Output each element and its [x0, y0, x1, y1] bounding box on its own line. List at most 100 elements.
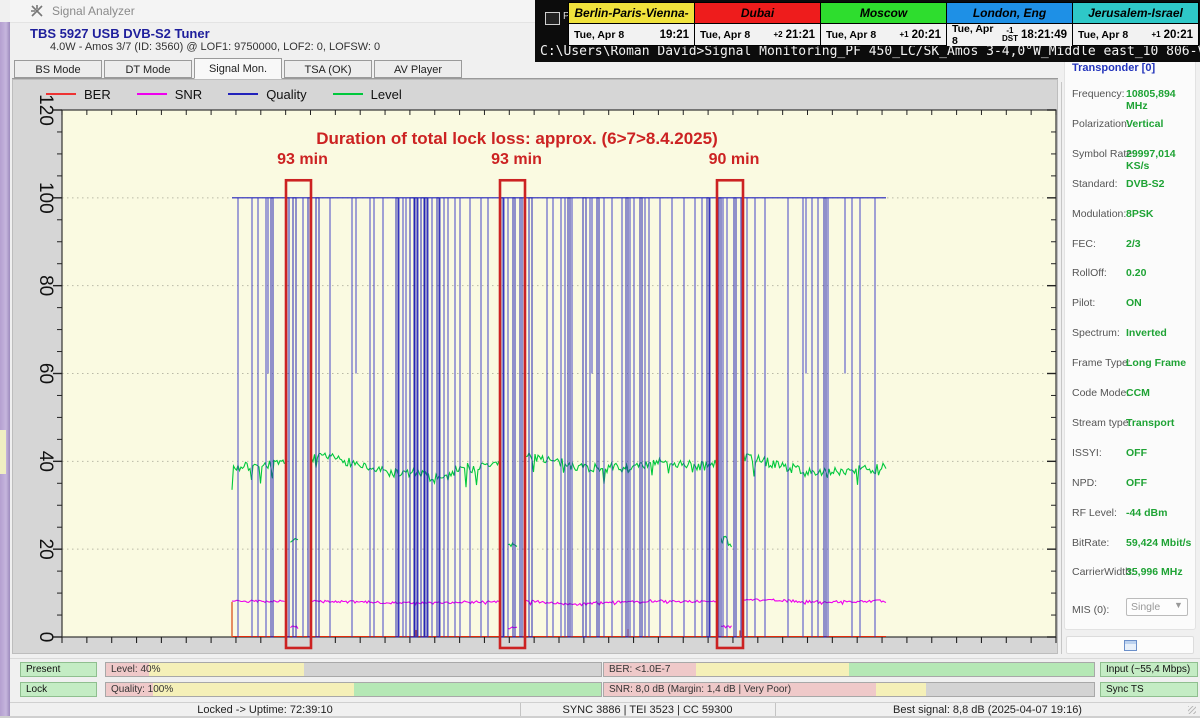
gauge-text: BER: <1.0E-7: [609, 664, 670, 675]
svg-text:40: 40: [35, 451, 56, 472]
tab-dt-mode[interactable]: DT Mode: [104, 60, 192, 78]
signal-monitoring-chart: 0 20 40 60 80 100 120 93 min 93 min 90 min Duratio…: [12, 82, 1058, 654]
param-label-stream-type-: Stream type:: [1072, 417, 1132, 429]
param-label-carrierwidth-: CarrierWidth:: [1072, 566, 1134, 578]
svg-text:Duration of total lock loss: a: Duration of total lock loss: approx. (6>…: [316, 129, 718, 148]
svg-text:20: 20: [35, 539, 56, 560]
svg-text:60: 60: [35, 363, 56, 384]
param-value: 2/3: [1126, 238, 1141, 250]
param-value: Long Frame: [1126, 357, 1186, 369]
clock-city: Moscow: [821, 3, 946, 24]
clock-date: Tue, Apr 8: [952, 23, 1002, 47]
gauge-segment: [696, 663, 849, 676]
clock-time-row: Tue, Apr 8-1DST18:21:49: [947, 24, 1072, 46]
param-value: OFF: [1126, 477, 1147, 489]
svg-text:120: 120: [35, 94, 56, 126]
mis-label: MIS (0):: [1072, 604, 1109, 616]
param-value: -44 dBm: [1126, 507, 1167, 519]
param-label-bitrate-: BitRate:: [1072, 537, 1109, 549]
tuner-name: TBS 5927 USB DVB-S2 Tuner: [30, 26, 210, 41]
resize-grip[interactable]: [1188, 706, 1196, 714]
gauge-text: SNR: 8,0 dB (Margin: 1,4 dB | Very Poor): [609, 684, 791, 695]
param-value: 59,424 Mbit/s: [1126, 537, 1191, 549]
clock-time: 20:21: [1164, 29, 1193, 41]
tab-av-player[interactable]: AV Player: [374, 60, 462, 78]
status-pill-present: Present: [20, 662, 97, 677]
param-label-npd-: NPD:: [1072, 477, 1097, 489]
clock-date: Tue, Apr 8: [700, 29, 773, 41]
clock-utc-offset: +2: [773, 31, 782, 39]
clock-dubai: DubaiTue, Apr 8+221:21: [695, 3, 821, 45]
tab-bs-mode[interactable]: BS Mode: [14, 60, 102, 78]
sidebar-tool-button[interactable]: [1066, 636, 1194, 654]
param-value: Inverted: [1126, 327, 1167, 339]
param-value: Transport: [1126, 417, 1174, 429]
clock-moscow: MoscowTue, Apr 8+120:21: [821, 3, 947, 45]
statusbar-segment-2: Best signal: 8,8 dB (2025-04-07 19:16): [775, 704, 1200, 716]
param-label-code-mode-: Code Mode:: [1072, 387, 1129, 399]
window-icon: [1124, 640, 1137, 651]
command-prompt-text: C:\Users\Roman Dávid>Signal Monitoring_P…: [540, 44, 1200, 59]
param-label-fec-: FEC:: [1072, 238, 1096, 250]
clock-time: 21:21: [786, 29, 815, 41]
param-label-modulation-: Modulation:: [1072, 208, 1126, 220]
status-pill-input: Input (~55,4 Mbps): [1100, 662, 1198, 677]
statusbar-segment-1: SYNC 3886 | TEI 3523 | CC 59300: [520, 704, 775, 716]
svg-text:100: 100: [35, 182, 56, 214]
clock-london-eng: London, EngTue, Apr 8-1DST18:21:49: [947, 3, 1073, 45]
param-label-pilot-: Pilot:: [1072, 297, 1095, 309]
statusbar-segment-0: Locked -> Uptime: 72:39:10: [10, 704, 520, 716]
background-window-edge: [0, 22, 10, 716]
param-label-spectrum-: Spectrum:: [1072, 327, 1120, 339]
svg-text:90 min: 90 min: [709, 151, 760, 168]
clock-jerusalem-israel: Jerusalem-Israel Tue, Apr 8+1 20:21: [1073, 3, 1198, 45]
gauge-text: Level: 40%: [111, 664, 160, 675]
gauge-text: Quality: 100%: [111, 684, 173, 695]
svg-text:80: 80: [35, 275, 56, 296]
clock-time-row: Tue, Apr 8+2 21:21: [695, 24, 820, 45]
tuner-details: 4.0W - Amos 3/7 (ID: 3560) @ LOF1: 97500…: [50, 41, 380, 53]
world-clock-bar: Berlin-Paris-Vienna-RomaTue, Apr 819:21D…: [568, 2, 1199, 46]
svg-text:0: 0: [35, 632, 56, 643]
tab-tsa-ok-[interactable]: TSA (OK): [284, 60, 372, 78]
gauge-segment: [849, 663, 1094, 676]
clock-date: Tue, Apr 8: [574, 29, 660, 41]
param-label-rf-level-: RF Level:: [1072, 507, 1117, 519]
window-title: Signal Analyzer: [52, 4, 135, 18]
status-pill-sync-ts: Sync TS: [1100, 682, 1198, 697]
param-value: 10805,894 MHz: [1126, 88, 1200, 112]
clock-time-row: Tue, Apr 8+1 20:21: [1073, 24, 1198, 45]
param-value: CCM: [1126, 387, 1150, 399]
terminal-icon: [545, 12, 560, 25]
svg-text:93 min: 93 min: [277, 151, 328, 168]
param-label-rolloff-: RollOff:: [1072, 267, 1107, 279]
gauge-snr: SNR: 8,0 dB (Margin: 1,4 dB | Very Poor): [603, 682, 1095, 697]
app-icon: [30, 4, 44, 18]
status-pill-lock: Lock: [20, 682, 97, 697]
chevron-down-icon[interactable]: ▼: [1174, 600, 1183, 610]
param-value: Vertical: [1126, 118, 1163, 130]
clock-utc-offset: +1: [1151, 31, 1160, 39]
clock-time: 20:21: [912, 29, 941, 41]
param-label-frequency-: Frequency:: [1072, 88, 1125, 100]
clock-city: Jerusalem-Israel: [1073, 3, 1198, 24]
param-value: 29997,014 KS/s: [1126, 148, 1200, 172]
clock-city: Berlin-Paris-Vienna-Roma: [569, 3, 694, 24]
gauge-segment: [876, 683, 926, 696]
param-label-issyi-: ISSYI:: [1072, 447, 1102, 459]
clock-date: Tue, Apr 8: [1078, 29, 1151, 41]
clock-time-row: Tue, Apr 8+120:21: [821, 24, 946, 45]
svg-text:93 min: 93 min: [491, 151, 542, 168]
clock-time-row: Tue, Apr 819:21: [569, 24, 694, 45]
clock-date: Tue, Apr 8: [826, 29, 899, 41]
tab-signal-mon-[interactable]: Signal Mon.: [194, 58, 282, 79]
gauge-segment: [149, 663, 304, 676]
clock-time: 19:21: [660, 29, 689, 41]
gauge-segment: [153, 683, 354, 696]
clock-time: 18:21:49: [1021, 29, 1067, 41]
param-value: OFF: [1126, 447, 1147, 459]
param-label-frame-type-: Frame Type:: [1072, 357, 1131, 369]
param-value: DVB-S2: [1126, 178, 1165, 190]
gauge-ber: BER: <1.0E-7: [603, 662, 1095, 677]
clock-city: London, Eng: [947, 3, 1072, 24]
